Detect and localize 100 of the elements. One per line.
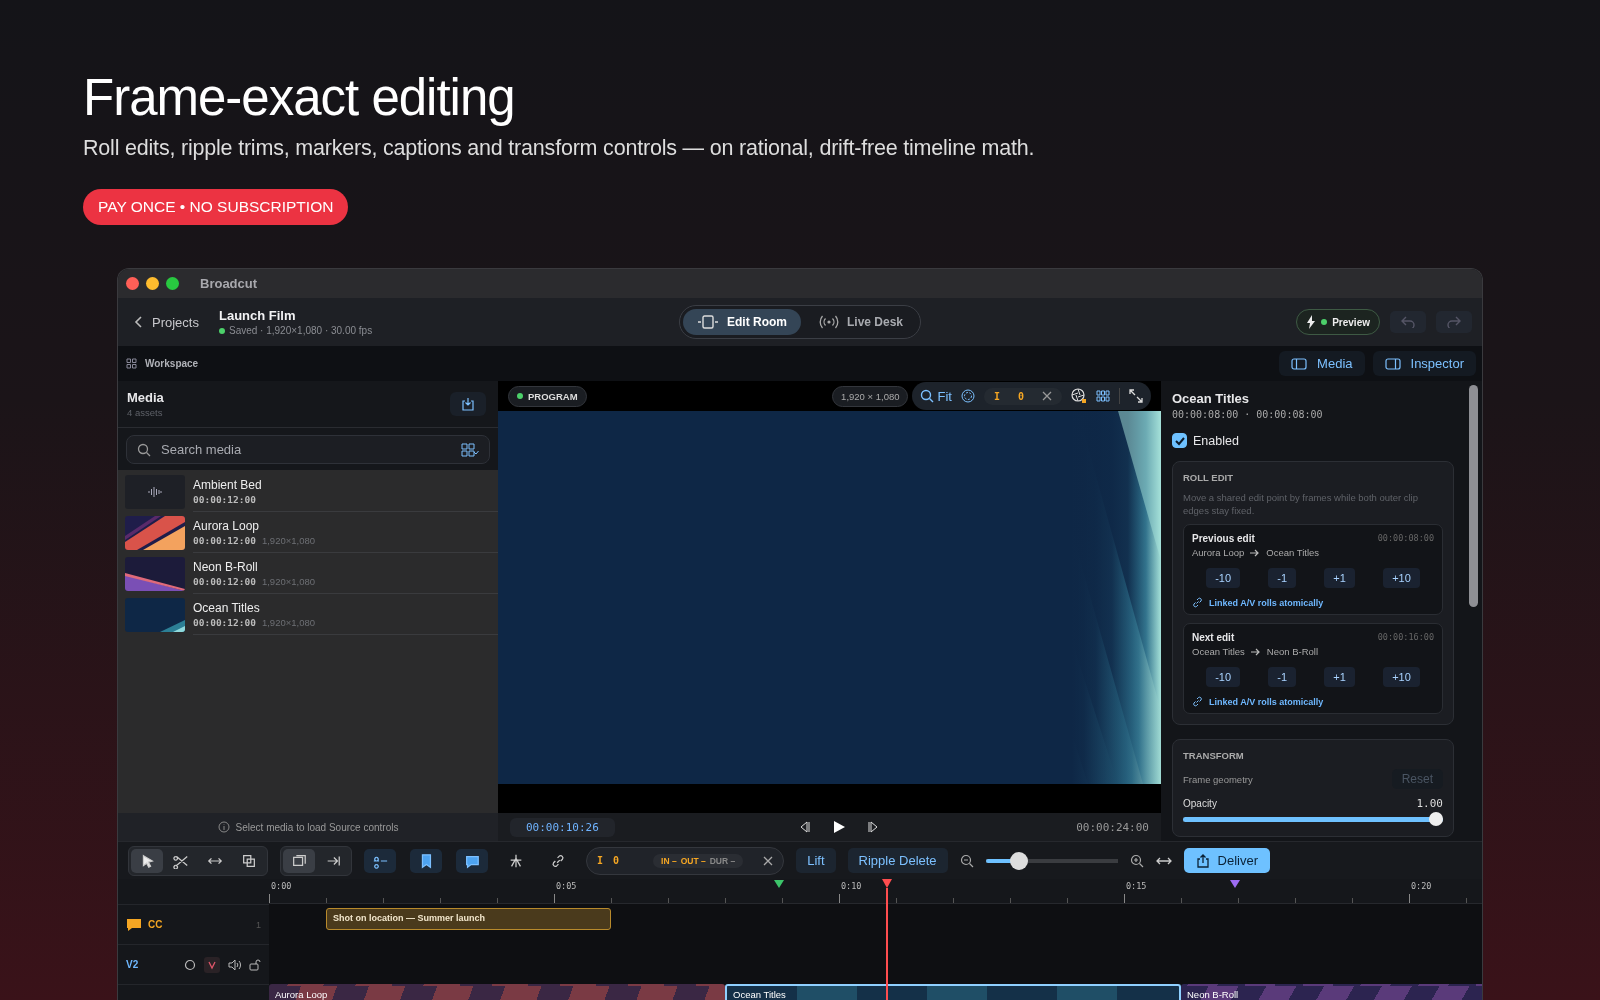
media-resolution: 1,920×1,080 (261, 534, 316, 546)
edit-timecode: 00:00:08:00 (1377, 533, 1434, 544)
in-point-field[interactable]: I 0 (983, 387, 1062, 405)
close-icon[interactable] (1042, 391, 1052, 401)
edit-title: Previous edit (1192, 533, 1255, 544)
info-icon (217, 821, 230, 833)
zoom-fit-button[interactable]: Fit (920, 388, 952, 404)
subheadline: Roll edits, ripple trims, markers, captions and transform controls — on rational, drift-free timeline math. (83, 136, 1036, 161)
media-duration: 00:00:12:00 (193, 575, 256, 587)
opacity-label: Opacity (1183, 798, 1217, 809)
range-field[interactable]: I 0 IN – OUT – DUR – (586, 846, 785, 875)
record-icon[interactable] (184, 958, 196, 971)
nudge-button[interactable]: -1 (1268, 667, 1297, 687)
media-duration: 00:00:12:00 (193, 534, 256, 546)
search-field[interactable]: Search media (126, 435, 490, 464)
grid-icon (126, 358, 137, 369)
play-icon[interactable] (832, 820, 846, 834)
panel-toggle[interactable]: Media (1279, 351, 1365, 376)
import-icon (461, 397, 475, 411)
zoom-out-icon[interactable] (959, 853, 974, 868)
nudge-button[interactable]: +10 (1383, 667, 1420, 687)
zoom-button[interactable] (166, 277, 179, 290)
current-timecode: 00:00:10:26 (510, 817, 615, 837)
media-item[interactable]: Ocean Titles 00:00:12:00 1,920×1,080 (118, 594, 498, 635)
link-note: Linked A/V rolls atomically (1209, 597, 1324, 608)
media-name: Ambient Bed (193, 477, 263, 492)
caption-track-icon (126, 917, 142, 932)
section-heading: TRANSFORM (1183, 750, 1245, 761)
share-icon (1195, 853, 1210, 868)
import-button[interactable] (450, 392, 486, 416)
back-button[interactable]: Projects (128, 313, 205, 331)
total-duration: 00:00:24:00 (1076, 820, 1149, 834)
caption-clip[interactable]: Shot on location — Summer launch (326, 908, 611, 930)
link-icon (1192, 597, 1203, 608)
link-icon (550, 852, 566, 869)
overlapping-squares-icon (241, 852, 257, 869)
video-clip[interactable]: Neon B-Roll (1181, 984, 1482, 1000)
grid-view-icon[interactable] (461, 442, 479, 457)
overwrite-tool[interactable] (283, 848, 315, 873)
left-sidebar-icon (1291, 357, 1308, 370)
media-name: Neon B-Roll (193, 559, 259, 574)
caption-count: 1 (256, 919, 261, 930)
grid-overlay-icon[interactable] (1096, 390, 1110, 402)
lift-button[interactable]: Lift (796, 848, 836, 873)
expand-icon[interactable] (1129, 389, 1143, 403)
edit-timecode: 00:00:16:00 (1377, 632, 1434, 643)
media-item[interactable]: Aurora Loop 00:00:12:00 1,920×1,080 (118, 512, 498, 553)
video-clip[interactable]: Ocean Titles (725, 984, 1181, 1000)
caption-tool[interactable] (456, 848, 488, 873)
visibility-toggle-icon[interactable] (204, 956, 220, 973)
close-button[interactable] (126, 277, 139, 290)
safe-area-icon[interactable] (960, 389, 975, 403)
media-item[interactable]: Neon B-Roll 00:00:12:00 1,920×1,080 (118, 553, 498, 594)
marker-tool[interactable] (410, 848, 442, 873)
search-input[interactable]: Search media (159, 441, 453, 458)
project-title: Launch Film (218, 308, 297, 323)
asset-count: 4 assets (127, 407, 164, 418)
media-item[interactable]: Ambient Bed 00:00:12:00 (118, 471, 498, 512)
snap-tool[interactable] (364, 848, 396, 873)
enabled-checkbox[interactable] (1172, 433, 1187, 448)
lightning-icon (1306, 315, 1317, 329)
project-status: Saved · 1,920×1,080 · 30.00 fps (228, 325, 373, 336)
nudge-button[interactable]: -10 (1206, 667, 1241, 687)
media-duration: 00:00:12:00 (193, 616, 256, 628)
media-name: Ocean Titles (193, 600, 261, 615)
select-tool[interactable] (131, 848, 163, 873)
nudge-button[interactable]: +10 (1383, 568, 1420, 588)
speaker-icon[interactable] (228, 958, 241, 971)
step-back-icon[interactable] (798, 821, 812, 833)
aperture-icon[interactable] (1071, 388, 1087, 404)
opacity-value: 1.00 (1416, 797, 1443, 810)
mode-tab[interactable]: Live Desk (804, 309, 917, 335)
stacked-squares-icon (291, 852, 307, 869)
clip-name: Ocean Titles (1266, 547, 1320, 558)
lock-icon[interactable] (249, 958, 261, 971)
close-icon[interactable] (763, 855, 774, 866)
step-forward-icon[interactable] (866, 821, 880, 833)
workspace-label: Workspace (145, 358, 199, 369)
nudge-button[interactable]: -1 (1268, 568, 1297, 588)
ripple-delete-button[interactable]: Ripple Delete (847, 848, 948, 873)
undo-icon (1401, 316, 1415, 328)
waveform-icon (148, 484, 162, 499)
chevron-left-icon (134, 315, 144, 329)
panel-toggle[interactable]: Inspector (1372, 351, 1476, 376)
source-hint: Select media to load Source controls (235, 821, 399, 833)
nudge-button[interactable]: +1 (1324, 667, 1355, 687)
nudge-button[interactable]: +1 (1324, 568, 1355, 588)
program-badge: PROGRAM (508, 385, 587, 407)
video-clip[interactable]: Aurora Loop (269, 984, 725, 1000)
section-heading: ROLL EDIT (1183, 472, 1234, 483)
redo-icon (1447, 316, 1461, 328)
headline: Frame-exact editing (83, 68, 516, 128)
minimize-button[interactable] (146, 277, 159, 290)
nudge-button[interactable]: -10 (1206, 568, 1241, 588)
search-icon (137, 442, 151, 457)
zoom-in-icon[interactable] (1129, 853, 1144, 868)
preview-button[interactable]: Preview (1296, 309, 1380, 335)
deliver-button[interactable]: Deliver (1183, 848, 1271, 873)
clip-name: Ocean Titles (1192, 646, 1245, 657)
mode-tab[interactable]: Edit Room (682, 309, 801, 335)
